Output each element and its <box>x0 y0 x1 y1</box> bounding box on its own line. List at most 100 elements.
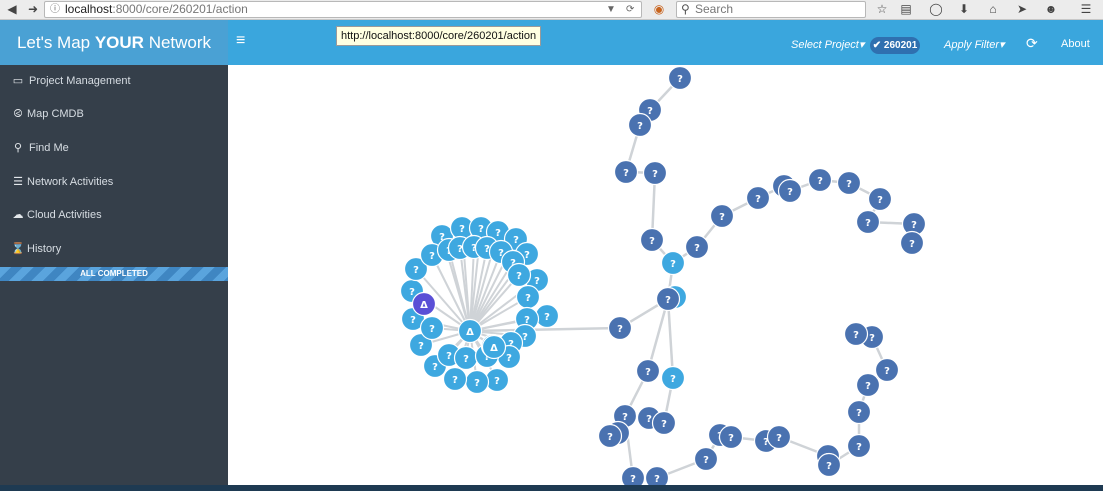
graph-node[interactable]: ? <box>684 234 710 260</box>
graph-node[interactable]: ? <box>515 284 541 310</box>
graph-node[interactable]: ? <box>807 167 833 193</box>
graph-node[interactable]: ? <box>419 315 445 341</box>
dropdown-arrow-icon[interactable]: ▼ <box>606 2 616 17</box>
about-link[interactable]: About <box>1061 38 1090 50</box>
graph-node-label: ? <box>637 121 643 132</box>
graph-node[interactable]: ? <box>484 367 510 393</box>
sidebar-item-label: Cloud Activities <box>27 209 102 221</box>
sidebar-item-history[interactable]: ⌛ History <box>0 234 228 264</box>
send-icon[interactable]: ➤ <box>1014 2 1030 17</box>
graph-node[interactable]: ? <box>855 209 881 235</box>
addon-icon[interactable]: ◉ <box>651 2 667 17</box>
caret-icon: ▾ <box>858 39 865 51</box>
graph-node[interactable]: ? <box>627 112 653 138</box>
graph-node-label: ? <box>617 324 623 335</box>
graph-node[interactable]: ? <box>899 230 925 256</box>
brand-pre: Let's Map <box>16 33 95 52</box>
graph-node[interactable]: ? <box>846 433 872 459</box>
search-icon: ⚲ <box>681 2 690 16</box>
pocket-icon[interactable]: ◯ <box>928 2 944 17</box>
graph-node[interactable]: ? <box>843 321 869 347</box>
reload-icon[interactable]: ⟳ <box>626 2 634 17</box>
graph-node[interactable]: ? <box>777 178 803 204</box>
graph-node-label: ? <box>654 474 660 485</box>
graph-node[interactable]: ? <box>816 452 842 478</box>
graph-node[interactable]: ? <box>534 303 560 329</box>
sidebar-item-label: Map CMDB <box>27 108 84 120</box>
back-icon[interactable]: ◀ <box>3 2 21 17</box>
graph-node[interactable]: ? <box>855 372 881 398</box>
apply-filter-dropdown[interactable]: Apply Filter▾ <box>944 38 1005 51</box>
folder-icon: ▭ <box>12 75 24 87</box>
graph-node[interactable]: ? <box>766 424 792 450</box>
menu-icon[interactable]: ☰ <box>1078 2 1094 17</box>
graph-node-label: ? <box>524 250 530 261</box>
graph-node[interactable]: ? <box>846 399 872 425</box>
graph-node-label: Δ <box>420 300 428 311</box>
graph-node[interactable]: ? <box>667 65 693 91</box>
graph-node-label: ? <box>670 374 676 385</box>
graph-node[interactable]: Δ <box>411 291 437 317</box>
graph-node[interactable]: ? <box>874 357 900 383</box>
graph-node-label: ? <box>856 408 862 419</box>
select-project-dropdown[interactable]: Select Project▾ <box>791 38 864 51</box>
url-tooltip: http://localhost:8000/core/260201/action <box>336 26 542 46</box>
graph-node[interactable]: ? <box>745 185 771 211</box>
sidebar-item-project-management[interactable]: ▭ Project Management <box>0 66 228 96</box>
graph-node[interactable]: ? <box>639 227 665 253</box>
sidebar-toggle-icon[interactable]: ≡ <box>236 32 245 50</box>
search-input[interactable]: ⚲ Search <box>676 1 866 18</box>
graph-node-label: ? <box>409 287 415 298</box>
graph-node[interactable]: ? <box>836 170 862 196</box>
graph-node[interactable]: ? <box>867 186 893 212</box>
network-graph-canvas[interactable]: ?????????????????????????????????? Δ Δ Δ???… <box>228 65 1103 485</box>
graph-node[interactable]: ? <box>607 315 633 341</box>
refresh-icon[interactable]: ⟳ <box>1026 35 1038 52</box>
graph-node-label: ? <box>853 330 859 341</box>
sidebar-item-find-me[interactable]: ⚲ Find Me <box>0 133 228 163</box>
graph-node-label: ? <box>647 106 653 117</box>
graph-node[interactable]: ? <box>655 286 681 312</box>
sidebar-item-cloud-activities[interactable]: ☁ Cloud Activities <box>0 200 228 230</box>
graph-node[interactable]: ? <box>642 160 668 186</box>
network-graph[interactable]: ?????????????????????????????????? Δ Δ Δ???… <box>228 65 1103 485</box>
graph-node[interactable]: ? <box>620 465 646 486</box>
reading-list-icon[interactable]: ▤ <box>898 2 914 17</box>
graph-node[interactable]: ? <box>453 345 479 371</box>
graph-node[interactable]: Δ <box>457 318 483 344</box>
site-info-icon[interactable]: ⓘ <box>50 2 60 17</box>
graph-node[interactable]: ? <box>613 159 639 185</box>
download-icon[interactable]: ⬇ <box>956 2 972 17</box>
sidebar-item-network-activities[interactable]: ☰ Network Activities <box>0 167 228 197</box>
graph-node-label: ? <box>728 433 734 444</box>
graph-node[interactable]: ? <box>651 410 677 436</box>
graph-node-label: ? <box>474 378 480 389</box>
graph-node-label: ? <box>865 381 871 392</box>
bookmark-star-icon[interactable]: ☆ <box>874 2 890 17</box>
graph-node[interactable]: ? <box>464 369 490 395</box>
graph-node[interactable]: ? <box>597 423 623 449</box>
graph-node[interactable]: ? <box>718 424 744 450</box>
graph-node-label: ? <box>856 442 862 453</box>
graph-node-label: ? <box>544 312 550 323</box>
graph-node-label: ? <box>694 243 700 254</box>
graph-node-label: ? <box>429 324 435 335</box>
brand-post: Network <box>143 33 212 52</box>
chat-icon[interactable]: ☻ <box>1043 2 1059 17</box>
graph-node[interactable]: ? <box>660 365 686 391</box>
project-badge[interactable]: ✔ 260201 <box>870 37 920 54</box>
home-icon[interactable]: ⌂ <box>985 2 1001 17</box>
graph-node[interactable]: ? <box>644 465 670 486</box>
graph-node[interactable]: ? <box>442 366 468 392</box>
graph-node[interactable]: Δ <box>481 334 507 360</box>
graph-node[interactable]: ? <box>635 358 661 384</box>
graph-node[interactable]: ? <box>506 262 532 288</box>
sidebar-item-map-cmdb[interactable]: ⧀ Map CMDB <box>0 99 228 129</box>
url-bar[interactable]: ⓘ localhost:8000/core/260201/action ▼ ⟳ <box>44 1 642 18</box>
graph-node-label: ? <box>909 239 915 250</box>
graph-edge <box>469 326 621 333</box>
forward-icon[interactable]: ➜ <box>24 2 42 17</box>
graph-node[interactable]: ? <box>693 446 719 472</box>
graph-node[interactable]: ? <box>709 203 735 229</box>
graph-node[interactable]: ? <box>660 250 686 276</box>
